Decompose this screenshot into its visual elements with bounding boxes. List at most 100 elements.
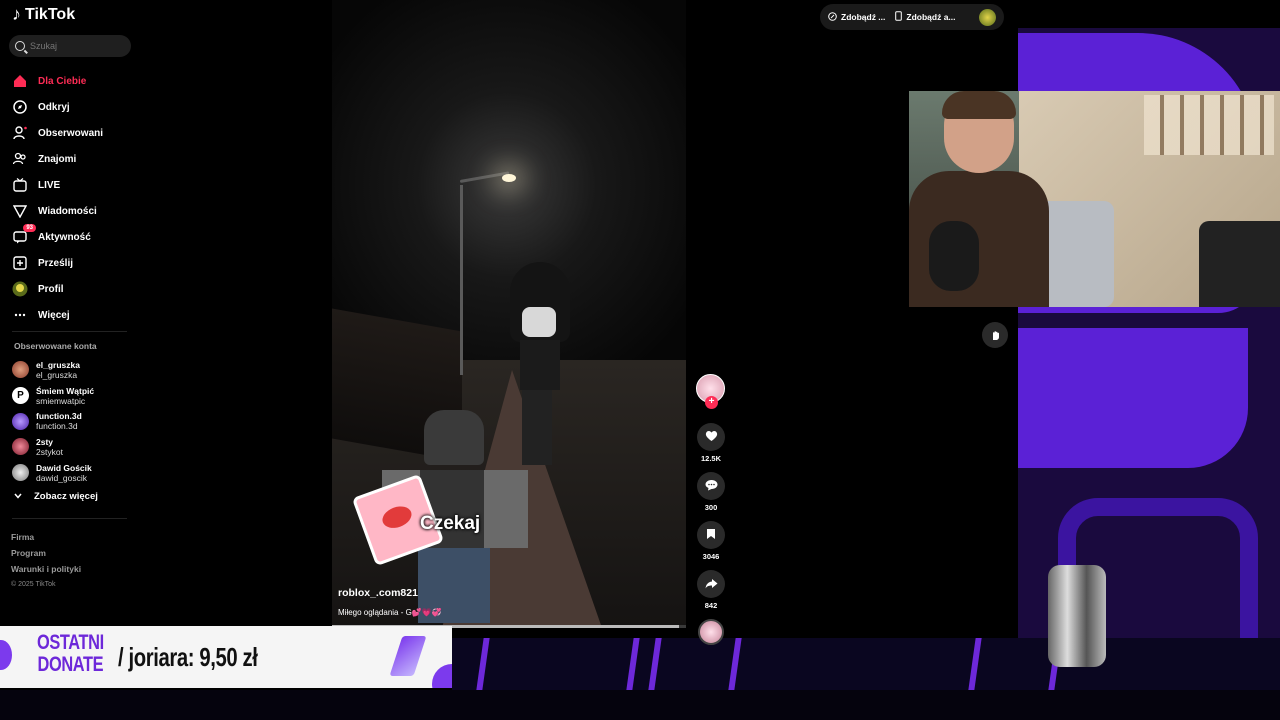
top-actions-bar: Zdobądź ... Zdobądź a... bbox=[820, 4, 1004, 30]
account-text: Dawid Gościk dawid_goscik bbox=[36, 463, 92, 483]
video-author[interactable]: roblox_.com821 bbox=[338, 587, 418, 599]
account-handle: function.3d bbox=[36, 421, 78, 432]
account-text: Śmiem Wątpić smiemwatpic bbox=[36, 386, 94, 406]
get-coins-label: Zdobądź ... bbox=[841, 12, 886, 22]
nav-item-explore[interactable]: Odkryj bbox=[12, 94, 137, 120]
nav-item-upload[interactable]: Prześlij bbox=[12, 250, 137, 276]
like-count: 12.5K bbox=[700, 454, 721, 463]
share-icon bbox=[705, 577, 718, 592]
search-box[interactable] bbox=[9, 35, 131, 57]
app-name: TikTok bbox=[25, 5, 76, 23]
stream-figurine-decoration bbox=[1048, 565, 1106, 667]
avatar bbox=[12, 464, 29, 482]
get-app-label: Zdobądź a... bbox=[906, 12, 956, 22]
nav-item-following[interactable]: Obserwowani bbox=[12, 120, 137, 146]
nav-item-live[interactable]: LIVE bbox=[12, 172, 137, 198]
hand-pointer-icon[interactable] bbox=[982, 322, 1008, 348]
nav-item-friends[interactable]: Znajomi bbox=[12, 146, 137, 172]
comment-button[interactable] bbox=[697, 472, 725, 500]
followed-account[interactable]: 2sty 2stykot bbox=[12, 434, 137, 460]
street-lamp-light bbox=[502, 174, 516, 182]
nav-item-label: Aktywność bbox=[38, 231, 91, 243]
character-head bbox=[424, 410, 484, 465]
bookmark-icon bbox=[706, 528, 716, 543]
save-button[interactable] bbox=[697, 521, 725, 549]
account-handle: dawid_goscik bbox=[36, 472, 88, 483]
follow-plus-icon[interactable]: + bbox=[705, 396, 718, 409]
chevron-down-icon bbox=[14, 491, 22, 502]
nav-item-more[interactable]: Więcej bbox=[12, 302, 137, 328]
search-input[interactable] bbox=[30, 41, 120, 51]
like-button[interactable] bbox=[697, 423, 725, 451]
account-name: Śmiem Wątpić bbox=[36, 385, 95, 396]
share-button[interactable] bbox=[697, 570, 725, 598]
nav-item-label: Dla Ciebie bbox=[38, 75, 87, 87]
last-donate-banner: OSTATNI DONATE / joriara: 9,50 zł bbox=[0, 626, 452, 688]
account-text: 2sty 2stykot bbox=[36, 437, 63, 457]
user-avatar[interactable] bbox=[979, 8, 996, 26]
video-player[interactable]: Czekaj roblox_.com821 Miłego oglądania -… bbox=[332, 0, 686, 628]
tiktok-logo[interactable]: ♪ TikTok bbox=[12, 4, 75, 25]
footer-link-terms[interactable]: Warunki i polityki bbox=[11, 561, 81, 577]
footer-link-program[interactable]: Program bbox=[11, 545, 81, 561]
avatar bbox=[12, 412, 29, 430]
followed-accounts-list: el_gruszka el_gruszka P Śmiem Wątpić smi… bbox=[12, 357, 137, 485]
profile-avatar-icon bbox=[12, 281, 28, 297]
nav-item-label: Więcej bbox=[38, 309, 70, 321]
nav-item-for-you[interactable]: Dla Ciebie bbox=[12, 68, 137, 94]
donate-value: / joriara: 9,50 zł bbox=[118, 642, 258, 672]
nav-item-label: LIVE bbox=[38, 179, 61, 191]
send-icon bbox=[12, 203, 28, 219]
live-icon bbox=[12, 177, 28, 193]
footer-links: Firma Program Warunki i polityki © 2025 … bbox=[11, 529, 81, 593]
avatar bbox=[12, 438, 29, 456]
donate-logo-icon bbox=[389, 636, 427, 676]
account-handle: el_gruszka bbox=[36, 369, 78, 380]
more-icon bbox=[12, 307, 28, 323]
copyright: © 2025 TikTok bbox=[11, 581, 56, 588]
music-disc-icon[interactable] bbox=[698, 619, 724, 645]
account-handle: 2stykot bbox=[36, 446, 63, 457]
street-lamp-pole bbox=[460, 185, 463, 375]
compass-icon bbox=[12, 99, 28, 115]
overlay-stripe bbox=[626, 638, 640, 690]
nav-item-label: Prześlij bbox=[38, 257, 74, 269]
footer-link-company[interactable]: Firma bbox=[11, 529, 81, 545]
video-overlay-text: Czekaj bbox=[420, 513, 481, 534]
followed-account[interactable]: P Śmiem Wątpić smiemwatpic bbox=[12, 383, 137, 409]
divider bbox=[12, 518, 127, 519]
phone-icon bbox=[895, 11, 903, 23]
nav-item-activity[interactable]: 93 Aktywność bbox=[12, 224, 137, 250]
account-name: function.3d bbox=[36, 411, 82, 422]
overlay-stripe bbox=[648, 638, 662, 690]
coin-icon bbox=[828, 11, 837, 23]
sidebar: ♪ TikTok Dla Ciebie Odkryj Obserwowani bbox=[0, 0, 140, 625]
followed-account[interactable]: el_gruszka el_gruszka bbox=[12, 357, 137, 383]
followed-account[interactable]: Dawid Gościk dawid_goscik bbox=[12, 460, 137, 486]
creator-avatar[interactable]: + bbox=[696, 374, 725, 409]
share-count: 842 bbox=[704, 601, 718, 610]
get-app-button[interactable]: Zdobądź a... bbox=[895, 11, 956, 23]
overlay-stripe bbox=[968, 638, 982, 690]
nav-item-label: Profil bbox=[38, 283, 64, 295]
nav-item-messages[interactable]: Wiadomości bbox=[12, 198, 137, 224]
get-coins-button[interactable]: Zdobądź ... bbox=[828, 11, 886, 23]
see-more-label: Zobacz więcej bbox=[34, 491, 98, 502]
avatar bbox=[12, 361, 29, 379]
account-text: function.3d function.3d bbox=[36, 411, 82, 431]
donate-left-shape bbox=[0, 640, 12, 670]
comment-count: 300 bbox=[704, 503, 718, 512]
upload-icon bbox=[12, 255, 28, 271]
activity-badge: 93 bbox=[23, 224, 36, 232]
nav-item-label: Obserwowani bbox=[38, 127, 104, 139]
stream-overlay-footer bbox=[0, 690, 1280, 720]
overlay-stripe bbox=[476, 638, 490, 690]
webcam-microphone bbox=[929, 221, 979, 291]
main-nav: Dla Ciebie Odkryj Obserwowani Znajomi LI… bbox=[12, 68, 137, 328]
followed-account[interactable]: function.3d function.3d bbox=[12, 408, 137, 434]
see-more-button[interactable]: Zobacz więcej bbox=[14, 491, 98, 502]
webcam-chair bbox=[1199, 221, 1280, 307]
nav-item-profile[interactable]: Profil bbox=[12, 276, 137, 302]
account-name: el_gruszka bbox=[36, 359, 80, 370]
search-icon bbox=[15, 41, 25, 51]
